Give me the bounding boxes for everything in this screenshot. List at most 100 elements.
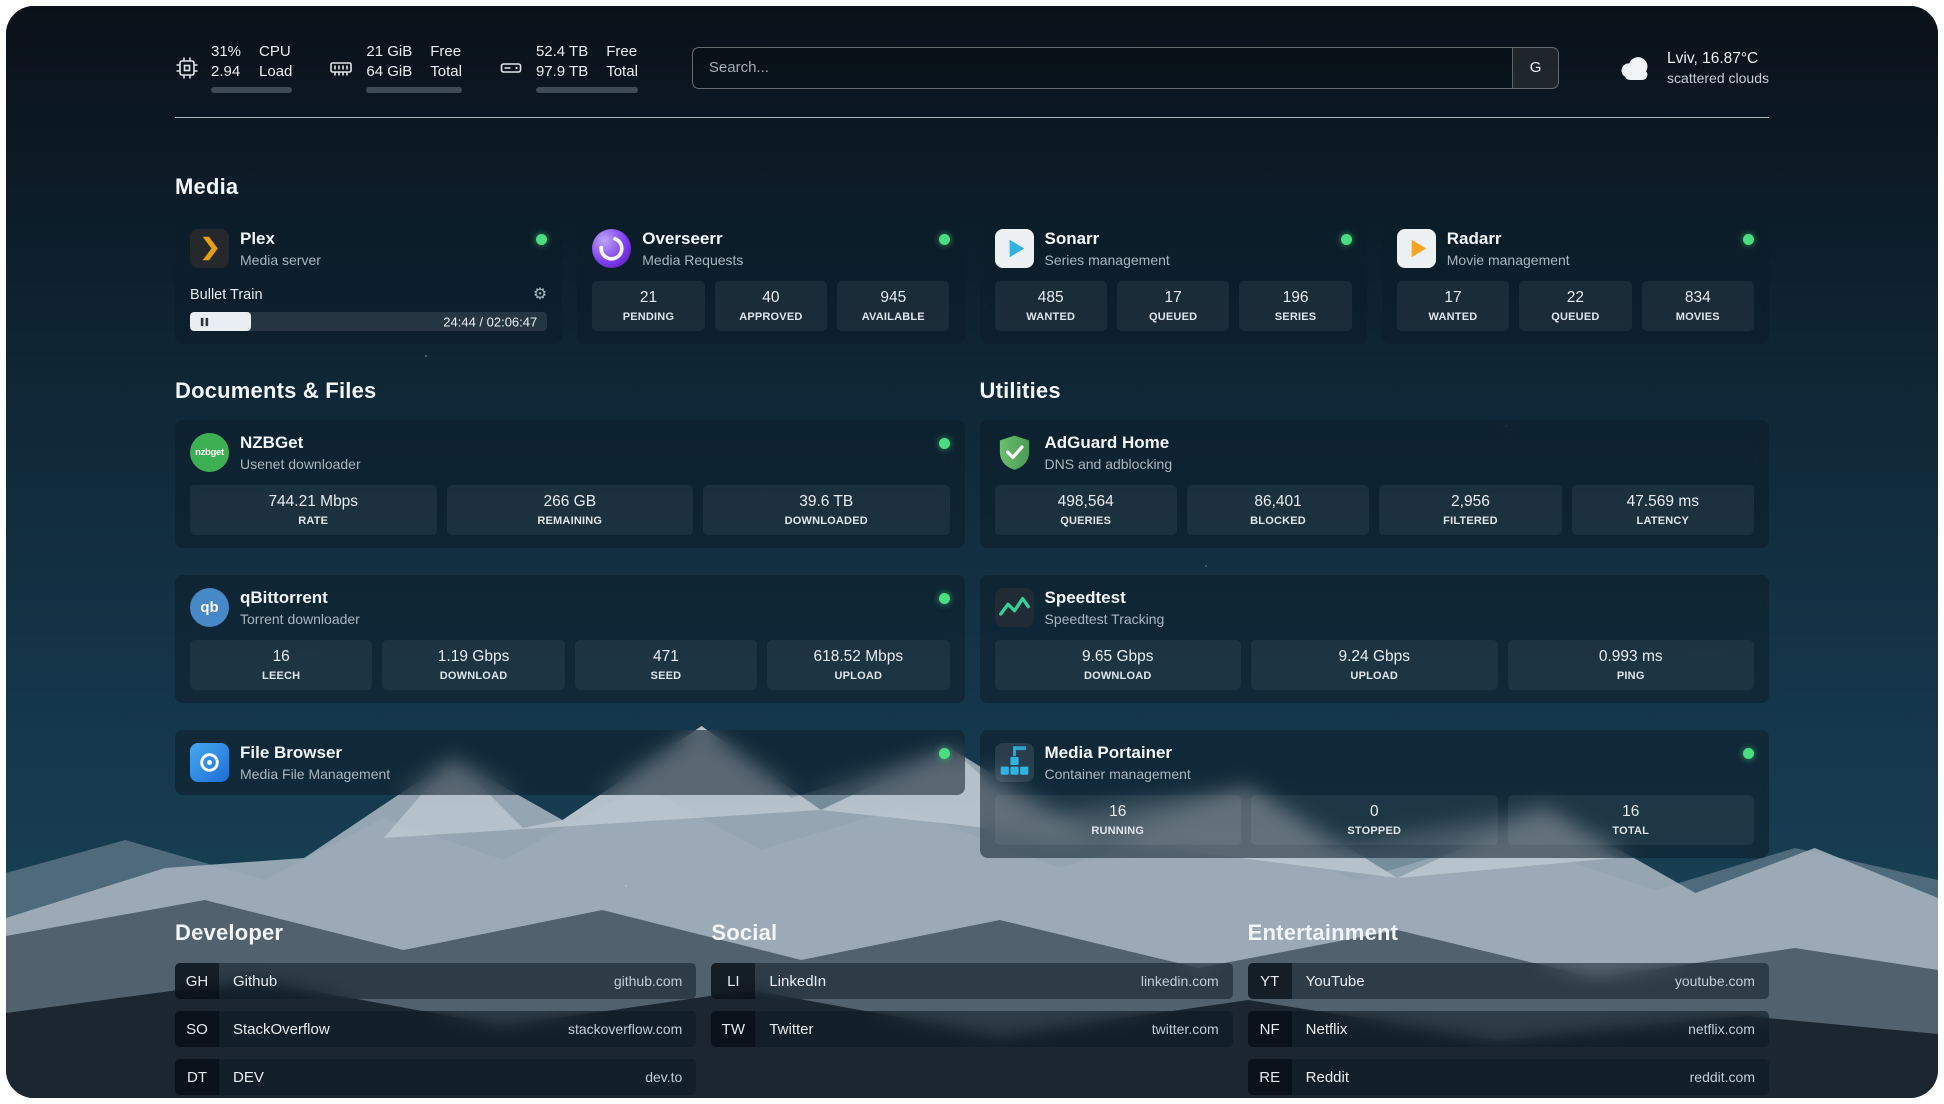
- status-dot: [939, 748, 950, 759]
- stat-label: RUNNING: [999, 825, 1238, 837]
- status-dot: [1341, 234, 1352, 245]
- section-title-documents: Documents & Files: [175, 378, 965, 404]
- top-bar: 31% CPU 2.94 Load 21 GiB Free: [6, 6, 1938, 93]
- status-dot: [939, 593, 950, 604]
- memory-widget: 21 GiB Free 64 GiB Total: [328, 42, 462, 93]
- service-stats: 9.65 Gbps DOWNLOAD 9.24 Gbps UPLOAD 0.99…: [995, 640, 1755, 690]
- playback-progress-bar[interactable]: 24:44 / 02:06:47: [190, 312, 547, 331]
- bookmark-name: LinkedIn: [769, 973, 826, 990]
- bookmark-youtube[interactable]: YT YouTube youtube.com: [1248, 963, 1769, 999]
- stat-remaining: 266 GB REMAINING: [447, 485, 694, 535]
- bookmark-domain: netflix.com: [1688, 1021, 1755, 1037]
- dashboard-app: 31% CPU 2.94 Load 21 GiB Free: [6, 6, 1938, 1098]
- service-card-adguard[interactable]: AdGuard Home DNS and adblocking 498,564 …: [980, 420, 1770, 548]
- playback-time: 24:44 / 02:06:47: [443, 314, 537, 329]
- memory-icon: [328, 56, 354, 80]
- bookmark-netflix[interactable]: NF Netflix netflix.com: [1248, 1011, 1769, 1047]
- bookmark-domain: youtube.com: [1675, 973, 1755, 989]
- service-stats: 485 WANTED 17 QUEUED 196 SERIES: [995, 281, 1352, 331]
- disk-widget: 52.4 TB Free 97.9 TB Total: [498, 42, 638, 93]
- service-card-sonarr[interactable]: Sonarr Series management 485 WANTED 17 Q…: [980, 216, 1367, 344]
- bookmark-twitter[interactable]: TW Twitter twitter.com: [711, 1011, 1232, 1047]
- disk-total-value: 97.9 TB: [536, 62, 588, 82]
- bookmark-name: Github: [233, 973, 277, 990]
- bookmark-domain: dev.to: [645, 1069, 682, 1085]
- stat-downloaded: 39.6 TB DOWNLOADED: [703, 485, 950, 535]
- stat-queued: 17 QUEUED: [1117, 281, 1229, 331]
- service-card-plex[interactable]: Plex Media server Bullet Train ⚙: [175, 216, 562, 344]
- stat-label: SERIES: [1243, 311, 1347, 323]
- documents-section: Documents & Files nzbget NZBGet Usenet d…: [175, 378, 965, 795]
- bookmark-abbr: LI: [711, 963, 755, 999]
- stat-value: 485: [999, 289, 1103, 307]
- adguard-icon: [995, 433, 1034, 472]
- stat-value: 16: [999, 803, 1238, 821]
- main-content: Media Plex Media server: [6, 174, 1938, 1098]
- stat-label: DOWNLOAD: [999, 670, 1238, 682]
- memory-total-value: 64 GiB: [366, 62, 412, 82]
- bookmark-dev[interactable]: DT DEV dev.to: [175, 1059, 696, 1095]
- stat-value: 9.65 Gbps: [999, 648, 1238, 666]
- gear-icon[interactable]: ⚙: [533, 287, 547, 303]
- stat-value: 196: [1243, 289, 1347, 307]
- stat-value: 47.569 ms: [1576, 493, 1750, 511]
- stat-value: 0.993 ms: [1512, 648, 1751, 666]
- weather-widget: Lviv, 16.87°C scattered clouds: [1615, 50, 1769, 86]
- service-card-speedtest[interactable]: Speedtest Speedtest Tracking 9.65 Gbps D…: [980, 575, 1770, 703]
- service-subtitle: Series management: [1045, 252, 1170, 268]
- stat-wanted: 485 WANTED: [995, 281, 1107, 331]
- memory-free-value: 21 GiB: [366, 42, 412, 62]
- bookmark-abbr: SO: [175, 1011, 219, 1047]
- service-card-radarr[interactable]: Radarr Movie management 17 WANTED 22 QUE…: [1382, 216, 1769, 344]
- stat-rate: 744.21 Mbps RATE: [190, 485, 437, 535]
- stat-upload: 9.24 Gbps UPLOAD: [1251, 640, 1498, 690]
- bookmark-linkedin[interactable]: LI LinkedIn linkedin.com: [711, 963, 1232, 999]
- bookmark-stackoverflow[interactable]: SO StackOverflow stackoverflow.com: [175, 1011, 696, 1047]
- pause-icon[interactable]: [199, 316, 210, 328]
- bookmark-github[interactable]: GH Github github.com: [175, 963, 696, 999]
- memory-total-label: Total: [430, 62, 462, 82]
- service-card-nzbget[interactable]: nzbget NZBGet Usenet downloader: [175, 420, 965, 548]
- stat-value: 744.21 Mbps: [194, 493, 433, 511]
- service-subtitle: Torrent downloader: [240, 611, 360, 627]
- stat-download: 9.65 Gbps DOWNLOAD: [995, 640, 1242, 690]
- stat-value: 0: [1255, 803, 1494, 821]
- bookmark-reddit[interactable]: RE Reddit reddit.com: [1248, 1059, 1769, 1095]
- stat-total: 16 TOTAL: [1508, 795, 1755, 845]
- stat-download: 1.19 Gbps DOWNLOAD: [382, 640, 564, 690]
- stat-queued: 22 QUEUED: [1519, 281, 1631, 331]
- service-stats: 744.21 Mbps RATE 266 GB REMAINING 39.6 T…: [190, 485, 950, 535]
- bookmark-domain: stackoverflow.com: [568, 1021, 682, 1037]
- stat-latency: 47.569 ms LATENCY: [1572, 485, 1754, 535]
- portainer-icon: [995, 743, 1034, 782]
- stat-value: 21: [596, 289, 700, 307]
- stat-value: 17: [1121, 289, 1225, 307]
- bookmarks-section: Developer GH Github github.com SO StackO…: [175, 920, 1769, 1098]
- stat-available: 945 AVAILABLE: [837, 281, 949, 331]
- bookmark-group-social: Social LI LinkedIn linkedin.com TW Twitt…: [711, 920, 1232, 1098]
- cpu-load-value: 2.94: [211, 62, 241, 82]
- plex-now-playing: Bullet Train ⚙ 24:44 / 02:06:47: [190, 287, 547, 331]
- memory-progress-bar: [366, 87, 462, 93]
- bookmark-domain: reddit.com: [1690, 1069, 1755, 1085]
- status-dot: [1743, 234, 1754, 245]
- bookmark-name: Netflix: [1306, 1021, 1348, 1038]
- service-title: Plex: [240, 229, 321, 249]
- service-card-filebrowser[interactable]: File Browser Media File Management: [175, 730, 965, 795]
- service-title: Speedtest: [1045, 588, 1165, 608]
- disk-free-label: Free: [606, 42, 638, 62]
- service-card-qbittorrent[interactable]: qb qBittorrent Torrent downloader: [175, 575, 965, 703]
- stat-label: UPLOAD: [771, 670, 945, 682]
- service-card-portainer[interactable]: Media Portainer Container management 16 …: [980, 730, 1770, 858]
- status-dot: [536, 234, 547, 245]
- service-card-overseerr[interactable]: Overseerr Media Requests 21 PENDING 40 A…: [577, 216, 964, 344]
- disk-progress-bar: [536, 87, 638, 93]
- stat-value: 498,564: [999, 493, 1173, 511]
- disk-icon: [498, 56, 524, 80]
- stat-value: 9.24 Gbps: [1255, 648, 1494, 666]
- service-stats: 16 RUNNING 0 STOPPED 16 TOTAL: [995, 795, 1755, 845]
- search-input[interactable]: [693, 48, 1512, 88]
- bookmark-group-entertainment: Entertainment YT YouTube youtube.com NF …: [1248, 920, 1769, 1098]
- stat-label: APPROVED: [719, 311, 823, 323]
- search-provider-button[interactable]: G: [1512, 48, 1558, 88]
